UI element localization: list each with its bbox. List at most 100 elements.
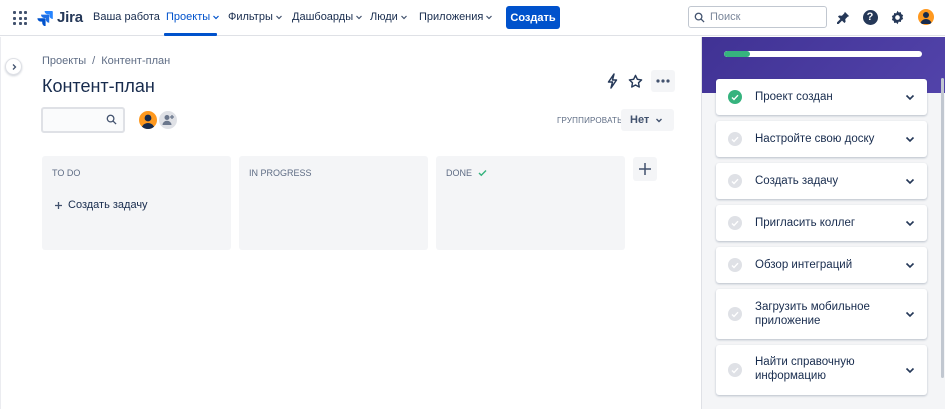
logo-text: Jira xyxy=(57,9,83,26)
column-title: TO DO xyxy=(52,168,80,178)
checklist-item-label: Найти справочную информацию xyxy=(755,356,855,382)
chevron-down-icon xyxy=(905,367,915,374)
checklist-item-label: Пригласить коллег xyxy=(755,217,856,229)
checklist-item-label: Проект создан xyxy=(755,91,833,103)
breadcrumb-separator: / xyxy=(92,55,96,67)
pending-check-icon xyxy=(728,174,742,188)
column-title-text: IN PROGRESS xyxy=(249,168,312,178)
checklist-item-integrations[interactable]: Обзор интеграций xyxy=(716,247,927,283)
checklist-item-mobile-app[interactable]: Загрузить мобильное приложение xyxy=(716,289,927,339)
chevron-down-icon xyxy=(400,15,407,20)
column-title-text: DONE xyxy=(446,168,473,178)
nav-item-label: Приложения xyxy=(419,11,484,23)
pending-check-icon xyxy=(728,216,742,230)
add-people-button[interactable] xyxy=(157,109,179,131)
jira-logo-icon xyxy=(37,10,53,26)
help-icon[interactable]: ? xyxy=(861,8,879,26)
chevron-right-icon xyxy=(12,63,16,70)
search-icon xyxy=(106,114,117,125)
nav-item-label: Люди xyxy=(370,11,398,23)
nav-item-apps[interactable]: Приложения xyxy=(419,11,493,23)
create-task-label: Создать задачу xyxy=(68,199,148,211)
pending-check-icon xyxy=(728,258,742,272)
checklist-item-create-task[interactable]: Создать задачу xyxy=(716,163,927,199)
chevron-down-icon xyxy=(213,15,220,20)
nav-item-label: Проекты xyxy=(166,11,211,23)
search-icon xyxy=(694,12,705,23)
column-title-text: TO DO xyxy=(52,168,81,178)
user-icon xyxy=(920,12,932,24)
group-by-label: ГРУППИРОВАТЬ: xyxy=(557,116,625,125)
add-user-icon xyxy=(162,115,174,125)
chevron-down-icon xyxy=(486,15,493,20)
checklist-progress-bar xyxy=(724,51,922,57)
top-navigation: Jira Ваша работа Проекты Фильтры Дашбоар… xyxy=(0,0,945,36)
create-button[interactable]: Создать xyxy=(506,6,560,29)
jira-logo[interactable]: Jira xyxy=(37,9,83,26)
column-title: DONE xyxy=(446,168,487,178)
group-by-value: Нет xyxy=(630,114,650,126)
chevron-down-icon xyxy=(356,15,363,20)
breadcrumb-projects[interactable]: Проекты xyxy=(42,55,86,67)
chevron-down-icon xyxy=(905,262,915,269)
checklist-item-invite-colleagues[interactable]: Пригласить коллег xyxy=(716,205,927,241)
create-task-button[interactable]: Создать задачу xyxy=(54,199,148,211)
breadcrumb-project[interactable]: Контент-план xyxy=(101,55,170,67)
user-avatar[interactable] xyxy=(917,8,935,26)
breadcrumb: Проекты / Контент-план xyxy=(42,55,170,67)
chevron-down-icon xyxy=(905,94,915,101)
completed-check-icon xyxy=(728,90,742,104)
star-icon[interactable] xyxy=(626,71,644,91)
chevron-down-icon xyxy=(905,136,915,143)
nav-item-filters[interactable]: Фильтры xyxy=(228,11,283,23)
nav-item-your-work[interactable]: Ваша работа xyxy=(93,11,160,23)
board-column-todo: TO DO Создать задачу xyxy=(42,156,231,250)
board-column-in-progress: IN PROGRESS xyxy=(239,156,428,250)
app-switcher-icon[interactable] xyxy=(13,11,27,25)
nav-item-label: Ваша работа xyxy=(93,11,160,23)
user-icon xyxy=(141,114,155,129)
expand-sidebar-button[interactable] xyxy=(5,58,22,75)
board-search-input[interactable] xyxy=(41,107,125,133)
pending-check-icon xyxy=(728,307,742,321)
check-icon xyxy=(478,170,487,177)
nav-item-dashboards[interactable]: Дашбоарды xyxy=(292,11,363,23)
checklist-item-label: Загрузить мобильное приложение xyxy=(755,301,870,327)
progress-fill xyxy=(724,51,750,57)
board-column-done: DONE xyxy=(436,156,625,250)
nav-item-label: Дашбоарды xyxy=(292,11,354,23)
search-input[interactable]: Поиск xyxy=(688,6,827,28)
pending-check-icon xyxy=(728,132,742,146)
sidebar-divider xyxy=(0,37,1,409)
checklist-item-label: Обзор интеграций xyxy=(755,259,853,271)
page-title: Контент-план xyxy=(42,76,155,96)
active-nav-indicator xyxy=(164,33,217,36)
checklist-item-label: Настройте свою доску xyxy=(755,133,875,145)
nav-item-label: Фильтры xyxy=(228,11,273,23)
plus-icon xyxy=(55,201,62,209)
member-avatar[interactable] xyxy=(137,109,159,131)
nav-item-projects[interactable]: Проекты xyxy=(166,11,220,23)
checklist-item-label: Создать задачу xyxy=(755,175,839,187)
panel-scrollbar[interactable] xyxy=(941,78,944,378)
chevron-down-icon xyxy=(905,178,915,185)
lightning-icon[interactable] xyxy=(604,71,620,91)
chevron-down-icon xyxy=(275,15,282,20)
notifications-icon[interactable] xyxy=(834,8,852,26)
chevron-down-icon xyxy=(905,220,915,227)
settings-gear-icon[interactable] xyxy=(888,8,906,26)
nav-item-people[interactable]: Люди xyxy=(370,11,408,23)
checklist-item-help-info[interactable]: Найти справочную информацию xyxy=(716,345,927,395)
checklist-item-project-created[interactable]: Проект создан xyxy=(716,79,927,115)
chevron-down-icon xyxy=(656,118,663,123)
chevron-down-icon xyxy=(905,311,915,318)
group-by-select[interactable]: Нет xyxy=(621,109,674,131)
more-dots-icon xyxy=(656,79,670,83)
more-options-button[interactable] xyxy=(651,70,675,92)
pending-check-icon xyxy=(728,363,742,377)
add-column-button[interactable] xyxy=(633,157,657,181)
column-title: IN PROGRESS xyxy=(249,168,312,178)
search-placeholder: Поиск xyxy=(710,11,741,23)
plus-icon xyxy=(639,163,651,175)
checklist-item-setup-board[interactable]: Настройте свою доску xyxy=(716,121,927,157)
